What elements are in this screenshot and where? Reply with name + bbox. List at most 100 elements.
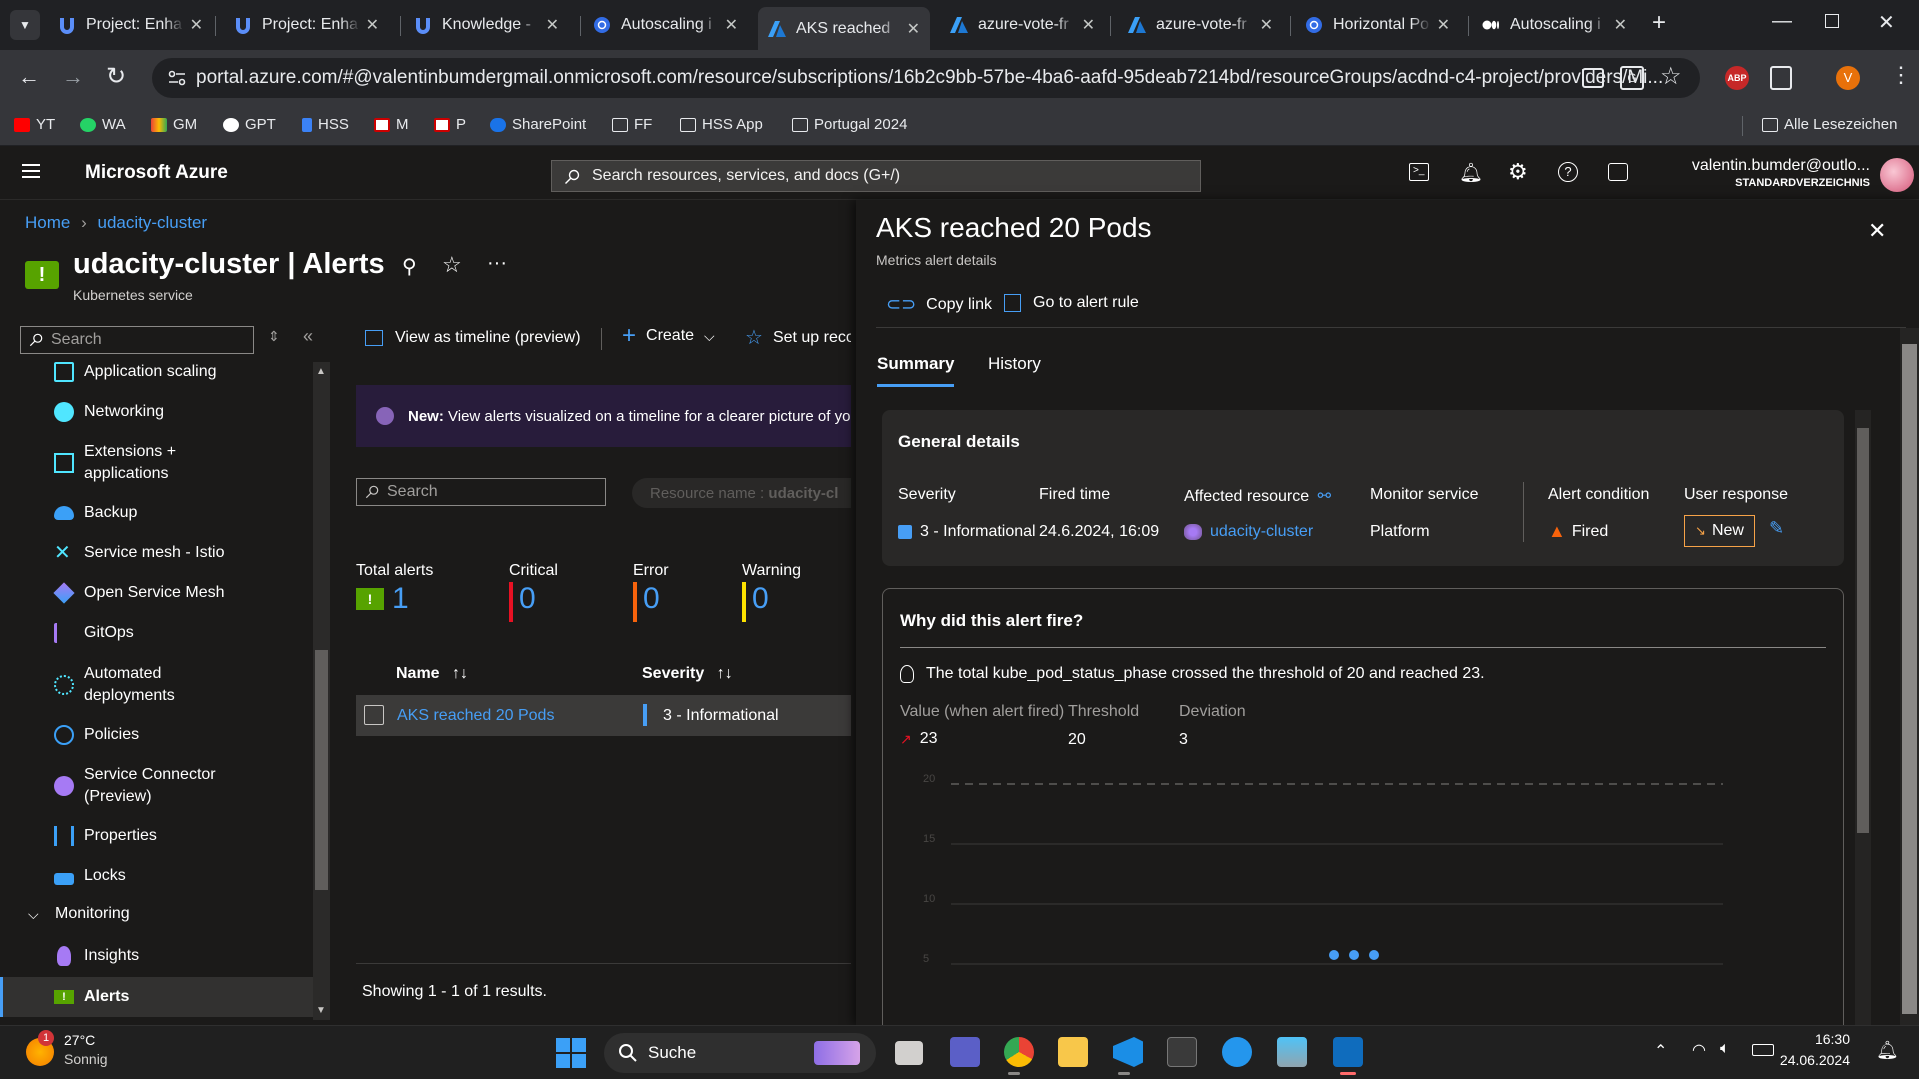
close-icon[interactable]: ✕ — [901, 19, 920, 39]
site-info-icon[interactable] — [168, 70, 186, 86]
scroll-up-icon[interactable]: ▲ — [316, 366, 326, 377]
bookmark-ff[interactable]: FF — [612, 116, 652, 133]
photos-icon[interactable] — [1277, 1037, 1307, 1067]
sidebar-search-input[interactable]: Search — [20, 326, 254, 354]
column-header-severity[interactable]: Severity ↑↓ — [642, 665, 733, 683]
browser-tab[interactable]: Project: Enha ✕ — [224, 7, 389, 43]
docker-icon[interactable] — [1222, 1037, 1252, 1067]
translate-icon[interactable]: G — [1620, 66, 1644, 90]
breadcrumb-cluster[interactable]: udacity-cluster — [98, 213, 208, 232]
azure-brand[interactable]: Microsoft Azure — [85, 162, 228, 184]
bookmark-gm[interactable]: GM — [151, 116, 197, 133]
sidebar-scroll-thumb[interactable] — [315, 650, 328, 890]
account-info[interactable]: valentin.bumder@outlo... STANDARDVERZEIC… — [1660, 157, 1870, 189]
go-to-alert-rule-button[interactable]: Go to alert rule — [1004, 294, 1139, 312]
outlook-icon[interactable] — [1333, 1037, 1363, 1067]
more-icon[interactable]: ··· — [487, 252, 507, 275]
notification-bell-icon[interactable]: 🔔︎ — [1876, 1040, 1899, 1061]
address-bar[interactable]: portal.azure.com/#@valentinbumdergmail.o… — [152, 58, 1700, 98]
pin-icon[interactable]: ⚲ — [402, 254, 417, 279]
azure-search-input[interactable]: Search resources, services, and docs (G+… — [551, 160, 1201, 192]
account-avatar[interactable] — [1880, 158, 1914, 192]
sidebar-item-open-service-mesh[interactable]: Open Service Mesh — [52, 582, 225, 604]
sidebar-section-monitoring[interactable]: Monitoring — [55, 905, 130, 923]
maximize-icon[interactable] — [1825, 14, 1839, 28]
sidebar-item-extensions[interactable]: Extensions + applications — [52, 441, 176, 485]
sidebar-item-gitops[interactable]: GitOps — [52, 622, 134, 644]
view-timeline-button[interactable]: View as timeline (preview) — [365, 329, 581, 347]
browser-tab[interactable]: Autoscaling i ✕ — [583, 7, 748, 43]
collapse-sidebar-icon[interactable]: « — [303, 326, 313, 347]
weather-text[interactable]: Sonnig — [64, 1051, 108, 1067]
breadcrumb-home[interactable]: Home — [25, 213, 70, 232]
bookmark-portugal[interactable]: Portugal 2024 — [792, 116, 907, 133]
minimize-icon[interactable]: — — [1772, 10, 1792, 33]
weather-temp[interactable]: 27°C — [64, 1032, 95, 1048]
sidebar-item-automated-deployments[interactable]: Automated deployments — [52, 663, 175, 707]
chevron-down-icon[interactable]: ⌵ — [28, 906, 39, 923]
close-icon[interactable]: ✕ — [719, 15, 738, 35]
bookmark-star-icon[interactable]: ☆ — [1660, 62, 1682, 91]
affected-resource-value[interactable]: udacity-cluster — [1184, 523, 1313, 541]
browser-menu-icon[interactable]: ⋮ — [1890, 62, 1912, 88]
hamburger-menu-icon[interactable] — [22, 164, 40, 178]
share-icon[interactable]: ⚯ — [1318, 488, 1331, 505]
bookmark-gpt[interactable]: GPT — [223, 116, 276, 133]
bookmark-yt[interactable]: YT — [14, 116, 55, 133]
sidebar-item-istio[interactable]: ✕ Service mesh - Istio — [52, 542, 224, 564]
clock-date[interactable]: 24.06.2024 — [1772, 1052, 1850, 1068]
browser-tab[interactable]: azure-vote-fr ✕ — [1118, 7, 1283, 43]
bookmark-p[interactable]: P — [434, 116, 466, 133]
chrome-icon[interactable] — [1004, 1037, 1034, 1067]
kpi-critical[interactable]: Critical 0 — [509, 562, 558, 622]
all-bookmarks[interactable]: Alle Lesezeichen — [1762, 116, 1897, 133]
close-icon[interactable]: ✕ — [1608, 15, 1627, 35]
bookmark-wa[interactable]: WA — [80, 116, 126, 133]
file-explorer-icon[interactable] — [1058, 1037, 1088, 1067]
teams-icon[interactable] — [950, 1037, 980, 1067]
bookmark-hss-app[interactable]: HSS App — [680, 116, 763, 133]
tray-chevron-up-icon[interactable]: ⌃ — [1654, 1041, 1667, 1061]
row-checkbox[interactable] — [364, 705, 384, 725]
close-icon[interactable]: ✕ — [540, 15, 559, 35]
settings-gear-icon[interactable]: ⚙ — [1508, 159, 1528, 185]
feedback-icon[interactable] — [1608, 163, 1628, 181]
extensions-icon[interactable] — [1770, 66, 1792, 90]
clock-time[interactable]: 16:30 — [1790, 1031, 1850, 1047]
setup-recommended-button[interactable]: ☆ Set up reco — [745, 325, 851, 350]
column-header-name[interactable]: Name ↑↓ — [396, 665, 468, 683]
kpi-warning[interactable]: Warning 0 — [742, 562, 801, 622]
browser-tab[interactable]: Project: Enha ✕ — [48, 7, 213, 43]
browser-tab[interactable]: Autoscaling i ✕ — [1472, 7, 1637, 43]
user-response-button[interactable]: ↘ New — [1684, 515, 1755, 547]
bookmark-hss[interactable]: HSS — [302, 116, 349, 133]
bookmark-sharepoint[interactable]: SharePoint — [490, 116, 586, 133]
windows-start-icon[interactable] — [556, 1038, 586, 1068]
bookmark-m[interactable]: M — [374, 116, 409, 133]
sort-icon[interactable]: ⇕ — [268, 328, 280, 345]
close-icon[interactable]: ✕ — [1254, 15, 1273, 35]
copy-link-button[interactable]: ⊂⊃ Copy link — [886, 294, 992, 315]
close-icon[interactable]: ✕ — [184, 15, 203, 35]
task-view-icon[interactable] — [895, 1041, 923, 1065]
table-row[interactable]: AKS reached 20 Pods 3 - Informational — [356, 695, 851, 736]
alert-name-link[interactable]: AKS reached 20 Pods — [397, 707, 554, 725]
panel-outer-scroll-thumb[interactable] — [1902, 344, 1917, 1014]
new-tab-icon[interactable]: + — [1652, 11, 1666, 35]
panel-inner-scroll-thumb[interactable] — [1857, 428, 1869, 833]
terminal-icon[interactable] — [1167, 1037, 1197, 1067]
tab-summary[interactable]: Summary — [877, 354, 955, 387]
create-button[interactable]: + Create ⌵ — [622, 324, 715, 348]
sidebar-item-networking[interactable]: Networking — [52, 401, 164, 423]
notifications-icon[interactable]: 🔔︎ — [1459, 161, 1483, 185]
sidebar-item-properties[interactable]: Properties — [52, 825, 157, 847]
browser-tab[interactable]: Horizontal Po ✕ — [1295, 7, 1460, 43]
close-icon[interactable]: ✕ — [360, 15, 379, 35]
sidebar-item-policies[interactable]: Policies — [52, 724, 139, 746]
cloud-shell-icon[interactable]: >_ — [1409, 163, 1429, 181]
close-panel-icon[interactable]: ✕ — [1868, 218, 1886, 244]
sidebar-item-locks[interactable]: Locks — [52, 865, 126, 887]
speaker-icon[interactable]: 🔈︎ — [1720, 1040, 1730, 1058]
reload-icon[interactable]: ↻ — [106, 62, 126, 91]
back-icon[interactable]: ← — [18, 64, 40, 90]
